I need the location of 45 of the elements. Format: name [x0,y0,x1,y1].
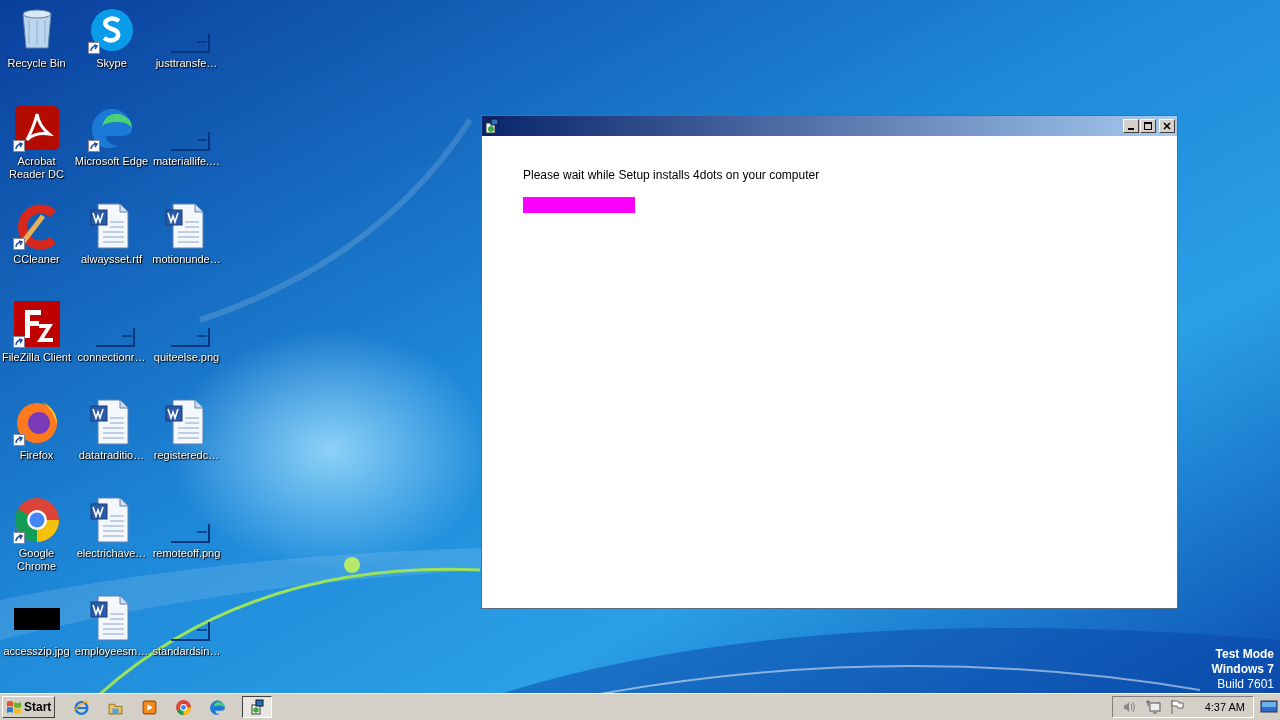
icon-label[interactable]: electrichave… [76,547,147,560]
icon-label[interactable]: CCleaner [13,253,60,266]
icon-label[interactable]: datatraditio… [78,449,145,462]
icon-label[interactable]: connectionr… [77,351,146,364]
taskbar-button[interactable] [242,696,273,718]
media-player-icon[interactable] [141,698,159,716]
icon-label[interactable]: Microsoft Edge [74,155,149,168]
close-button[interactable] [1159,119,1175,133]
status-message: Please wait while Setup installs 4dots on your computer [523,168,820,182]
icon-label[interactable]: alwaysset.rtf [80,253,143,266]
icon-label[interactable]: materiallife.… [152,155,221,168]
chrome-icon[interactable] [175,698,193,716]
installer-icon [249,699,266,715]
flag-icon[interactable] [1168,699,1185,715]
show-desktop-icon[interactable] [1260,699,1278,715]
minimize-button[interactable] [1123,119,1139,133]
icon-label[interactable]: FileZilla Client [1,351,72,364]
icon-label[interactable]: Skype [96,57,127,70]
desktop-text: Build 7601 [1217,677,1274,692]
installer-icon [484,118,500,134]
network-icon[interactable] [1144,699,1161,715]
maximize-button[interactable] [1140,119,1156,133]
icon-label[interactable]: registeredc… [153,449,220,462]
icon-label[interactable]: quiteelse.png [153,351,220,364]
icon-label[interactable]: employeesm… [74,645,149,658]
icon-label[interactable]: accesszip.jpg [3,645,70,658]
chrome-icon[interactable] [12,496,61,544]
icon-label[interactable]: remoteoff.png [152,547,221,560]
browser-icon[interactable] [73,698,91,716]
icon-label[interactable]: Recycle Bin [7,57,66,70]
icon-label[interactable]: justtransfe… [155,57,218,70]
close-icon [1162,121,1172,131]
desktop-text: Windows 7 [1211,662,1274,677]
icon-label[interactable]: motionunde… [152,253,221,266]
maximize-icon [1143,121,1153,131]
desktop-text: Test Mode [1215,647,1274,662]
start-logo-icon [6,699,22,715]
pdf-icon[interactable] [12,104,61,152]
start-button[interactable]: Start [2,696,56,718]
minimize-icon [1128,128,1134,130]
icon-label[interactable]: Acrobat Reader DC [0,155,74,181]
clock[interactable]: 4:37 AM [1204,701,1245,713]
filezilla-icon[interactable] [12,300,61,348]
icon-label[interactable]: Firefox [19,449,54,462]
icon-label[interactable]: Google Chrome [0,547,74,573]
